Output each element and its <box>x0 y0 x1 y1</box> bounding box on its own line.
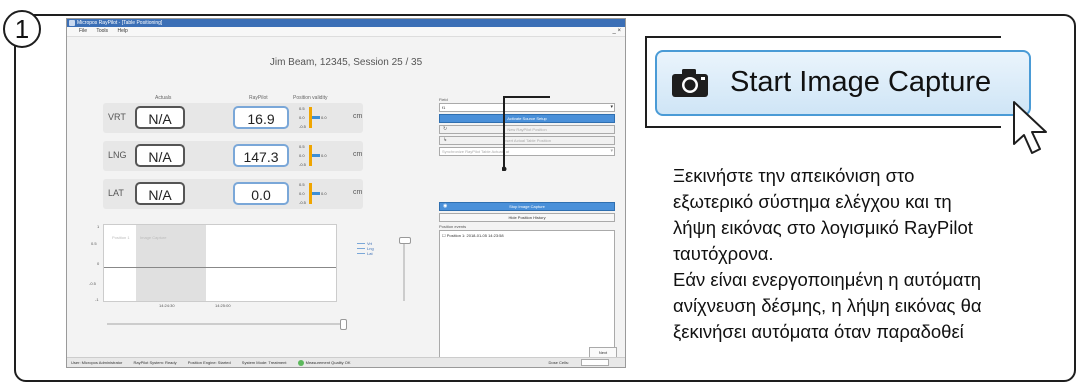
unit-label: cm <box>353 151 363 158</box>
raypilot-value: 147.3 <box>233 144 289 167</box>
description-text: Ξεκινήστε την απεικόνιση στο εξωτερικό σ… <box>673 163 1077 345</box>
validity-top: 0.5 <box>299 182 305 187</box>
zoom-slider[interactable] <box>399 237 411 301</box>
graph-x-tick: 14:25:00 <box>215 303 231 308</box>
mouse-cursor-icon <box>1013 101 1047 154</box>
status-user: User: Micropos Administrator <box>71 360 123 365</box>
validity-top: 0.5 <box>299 144 305 149</box>
description-line: λήψη εικόνας στο λογισμικό RayPilot <box>673 217 973 238</box>
time-slider[interactable] <box>107 319 347 330</box>
raypilot-value: 0.0 <box>233 182 289 205</box>
callout-connector <box>502 96 550 171</box>
start-image-capture-button[interactable]: Start Image Capture <box>655 50 1031 116</box>
raypilot-value: 16.9 <box>233 106 289 129</box>
dose-cells: Dose Cells: <box>549 358 619 367</box>
shade-label-position: Position 1 <box>112 235 130 240</box>
actual-value: N/A <box>135 106 185 129</box>
graph-zero-line <box>104 267 336 268</box>
menu-file[interactable]: File <box>79 28 87 34</box>
validity-bottom: -0.5 <box>299 200 306 205</box>
validity-mid: 0.0 <box>299 115 305 120</box>
row-label: LNG <box>108 150 127 160</box>
validity-indicator: 0.5 0.0 -0.5 0.0 <box>299 182 329 206</box>
status-bar: User: Micropos Administrator RayPilot Sy… <box>67 357 625 367</box>
unit-label: cm <box>353 113 363 120</box>
row-label: LAT <box>108 188 124 198</box>
validity-bottom: -0.5 <box>299 162 306 167</box>
description-line: εξωτερικό σύστημα ελέγχου και τη <box>673 191 952 212</box>
camera-icon <box>672 69 708 97</box>
graph-y-tick: 0.5 <box>91 241 97 246</box>
validity-indicator: 0.5 0.0 -0.5 0.0 <box>299 144 329 168</box>
graph-y-tick: -1 <box>95 297 99 302</box>
dose-label: Dose Cells: <box>548 360 569 365</box>
window-controls[interactable]: _ × <box>612 27 621 36</box>
start-image-capture-label: Start Image Capture <box>730 66 992 98</box>
insert-icon: ↳ <box>443 137 448 143</box>
menu-help[interactable]: Help <box>117 28 127 34</box>
shade-label-capture: Image Capture <box>140 235 167 240</box>
status-quality: Measurement Quality OK <box>297 359 361 366</box>
description-line: ανίχνευση δέσμης, η λήψη εικόνας θα <box>673 295 982 316</box>
position-row-lat: LAT N/A 0.0 0.5 0.0 -0.5 0.0 cm <box>103 179 363 209</box>
legend-lat: Lat <box>357 251 374 256</box>
graph-y-tick: 1 <box>97 224 100 229</box>
menu-tools[interactable]: Tools <box>96 28 108 34</box>
app-icon <box>69 20 75 26</box>
validity-value: 0.0 <box>321 153 327 158</box>
validity-bottom: -0.5 <box>299 124 306 129</box>
graph-x-tick: 14:24:30 <box>159 303 175 308</box>
refresh-icon: ↻ <box>443 126 448 132</box>
validity-arrow-icon <box>312 154 320 157</box>
dose-field <box>581 359 609 367</box>
validity-top: 0.5 <box>299 106 305 111</box>
actuals-header: Actuals <box>155 95 172 101</box>
description-line: ξεκινήσει αυτόματα όταν παραδοθεί <box>673 321 964 342</box>
camera-icon: ◉ <box>443 203 448 209</box>
session-title: Jim Beam, 12345, Session 25 / 35 <box>269 57 423 68</box>
actual-value: N/A <box>135 144 185 167</box>
validity-header: Position validity <box>293 95 328 101</box>
description-line: Ξεκινήστε την απεικόνιση στο <box>673 165 915 186</box>
raypilot-header: RayPilot <box>249 95 268 101</box>
status-ok-icon <box>297 359 304 366</box>
zoom-slider-handle[interactable] <box>399 237 411 244</box>
validity-indicator: 0.5 0.0 -0.5 0.0 <box>299 106 329 130</box>
status-engine: Position Engine: Started <box>187 360 231 365</box>
position-events-label: Position events <box>439 224 467 229</box>
status-mode: System Mode: Treatment <box>241 360 287 365</box>
graph-y-tick: -0.5 <box>89 281 96 286</box>
position-row-lng: LNG N/A 147.3 0.5 0.0 -0.5 0.0 cm <box>103 141 363 171</box>
event-text: Position 1: 2018-01-05 14:23:58 <box>446 233 504 238</box>
title-bar: Micropos RayPilot - [Table Positioning] <box>67 19 625 27</box>
description-line: Εάν είναι ενεργοποιημένη η αυτόματη <box>673 269 982 290</box>
row-label: VRT <box>108 112 126 122</box>
validity-value: 0.0 <box>321 115 327 120</box>
validity-arrow-icon <box>312 192 320 195</box>
validity-arrow-icon <box>312 116 320 119</box>
position-row-vrt: VRT N/A 16.9 0.5 0.0 -0.5 0.0 cm <box>103 103 363 133</box>
select-label: Synchronize RayPilot Table Actuals at <box>442 149 510 154</box>
description-line: ταυτόχρονα. <box>673 243 774 264</box>
validity-mid: 0.0 <box>299 153 305 158</box>
button-label: Stop Image Capture <box>509 204 545 209</box>
status-system: RayPilot System: Ready <box>133 360 177 365</box>
app-window: Micropos RayPilot - [Table Positioning] … <box>66 18 626 368</box>
unit-label: cm <box>353 189 363 196</box>
validity-mid: 0.0 <box>299 191 305 196</box>
hide-position-history-button[interactable]: Hide Position History <box>439 213 615 222</box>
position-graph: Position 1 Image Capture <box>103 224 337 302</box>
window-title: Micropos RayPilot - [Table Positioning] <box>77 20 163 26</box>
graph-y-tick: 0 <box>97 261 100 266</box>
validity-value: 0.0 <box>321 191 327 196</box>
stop-image-capture-button[interactable]: ◉ Stop Image Capture <box>439 202 615 211</box>
status-quality-text: Measurement Quality OK <box>305 360 351 365</box>
graph-legend: Vrt Lng Lat <box>357 241 374 256</box>
actual-value: N/A <box>135 182 185 205</box>
menu-bar: File Tools Help _ × <box>67 27 625 37</box>
step-number-badge: 1 <box>3 10 41 48</box>
list-item[interactable]: ☐ Position 1: 2018-01-05 14:23:58 <box>442 233 612 238</box>
time-slider-handle[interactable] <box>340 319 347 330</box>
